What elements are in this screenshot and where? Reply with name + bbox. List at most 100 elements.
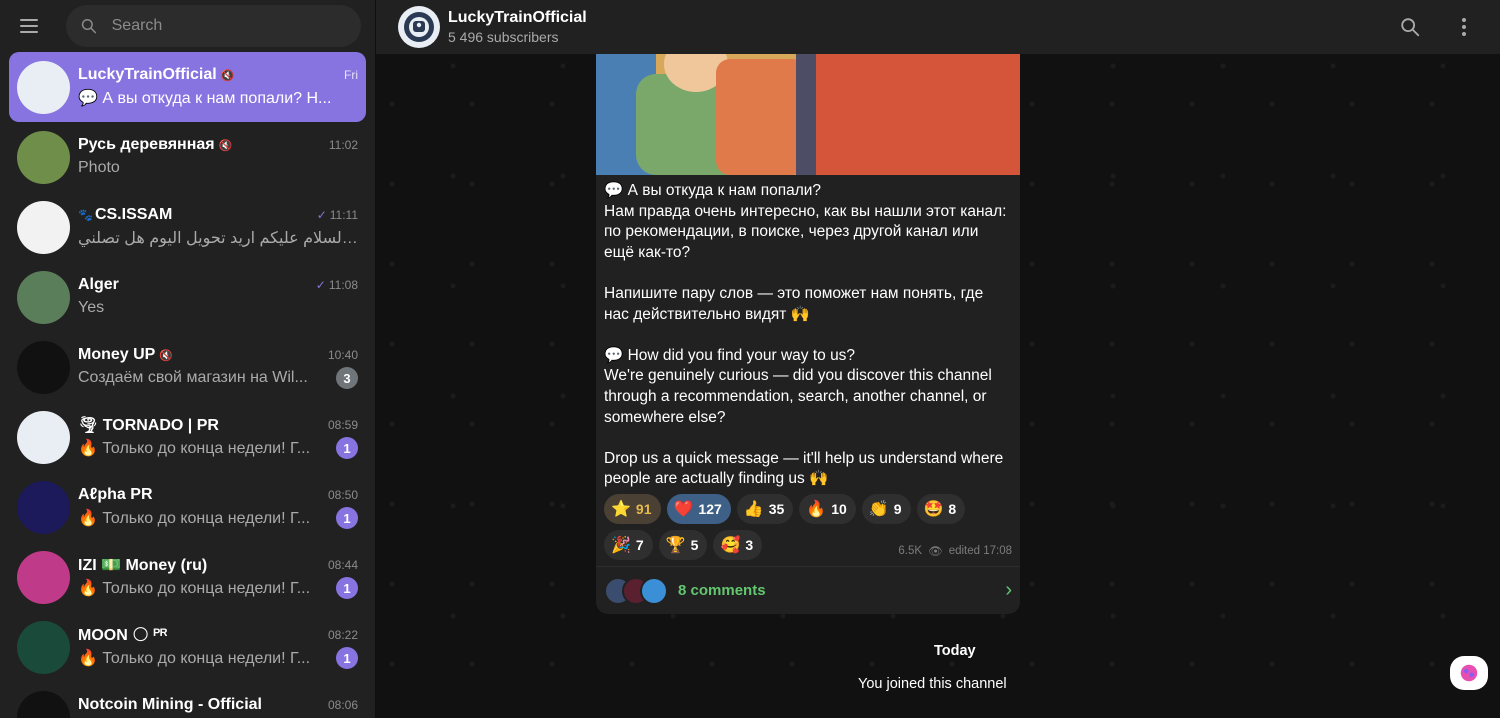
chat-name: MOON 🌕 ᴾᴿ (78, 627, 168, 644)
chat-time-label: 11:08 (328, 278, 358, 292)
chat-last-message: 🔥 Только до конца недели! Г... (78, 510, 311, 527)
commenter-avatar (640, 576, 668, 605)
post-image[interactable] (596, 54, 1020, 175)
unread-badge: 3 (336, 367, 358, 389)
chat-item[interactable]: Русь деревянная 🔇 11:02 Photo (9, 122, 366, 192)
unread-badge: 1 (336, 507, 358, 529)
chat-name: 🌪 TORNADO | PR (78, 417, 219, 434)
chat-list: LuckyTrainOfficial 🔇 Fri 💬 А вы откуда к… (0, 52, 375, 718)
chat-last-message: 🔥 Только до конца недели! Г... (78, 580, 311, 597)
reaction-chip[interactable]: 🥰 3 (713, 529, 763, 560)
chat-item[interactable]: 🐾 CS.ISSAM ✓ 11:11 السلام عليكم اريد تحوي… (9, 192, 366, 262)
chat-time-label: 08:06 (327, 698, 358, 712)
hamburger-menu-icon[interactable] (20, 14, 44, 38)
search-box[interactable] (66, 5, 361, 47)
chat-avatar (17, 480, 70, 534)
channel-title: LuckyTrainOfficial (448, 9, 587, 26)
channel-avatar[interactable] (398, 6, 440, 48)
post-ru-title: 💬 А вы откуда к нам попали? (604, 182, 822, 199)
chat-time: 08:50 (328, 488, 358, 502)
reaction-chip[interactable]: 🎉 7 (604, 529, 653, 560)
chat-last-message: Photo (78, 159, 120, 176)
chat-name: Alger (78, 276, 119, 293)
unread-badge: 1 (336, 437, 358, 459)
comments-button[interactable]: 8 comments › (596, 566, 1020, 614)
chat-time-label: 10:40 (327, 348, 358, 362)
post-meta: 6.5K 👁 edited 17:08 (898, 544, 1012, 558)
comments-label: 8 comments (678, 582, 766, 599)
chat-prefix: 🐾 (78, 208, 93, 222)
reaction-chip[interactable]: 🤩 8 (916, 493, 966, 524)
read-check-icon: ✓ (315, 278, 326, 292)
chat-time: 08:59 (328, 418, 358, 432)
muted-icon: 🔇 (220, 69, 235, 82)
chat-item[interactable]: IZI 💵 Money (ru) 08:44 🔥 Только до конца… (9, 542, 366, 612)
service-message: You joined this channel (858, 676, 1007, 692)
reaction-chip[interactable]: ❤️ 127 (666, 493, 731, 524)
date-separator: Today (934, 643, 976, 659)
reaction-count: 127 (698, 500, 722, 517)
chat-avatar (17, 200, 70, 254)
chat-time-label: 08:44 (327, 558, 358, 572)
reaction-emoji: 🥰 (720, 536, 741, 554)
reaction-count: 8 (948, 500, 957, 517)
channel-view: LuckyTrainOfficial 5 496 subscribers 💬 А… (376, 0, 1500, 718)
chat-time: 10:40 (328, 348, 358, 362)
chat-item[interactable]: Alger ✓ 11:08 Yes (9, 262, 366, 332)
chat-time: ✓ 11:08 (316, 278, 358, 292)
chat-avatar (17, 410, 70, 464)
chat-last-message: 🔥 Только до конца недели! Г... (78, 440, 311, 457)
chat-time: 11:02 (329, 138, 358, 152)
reaction-emoji: 👍 (743, 500, 764, 518)
subscriber-count: 5 496 subscribers (448, 29, 559, 45)
more-options-icon[interactable] (1446, 9, 1482, 45)
reaction-count: 91 (635, 500, 652, 517)
chat-name: Money UP (78, 346, 156, 363)
reaction-count: 35 (768, 500, 785, 517)
reaction-emoji: 🎉 (611, 536, 631, 554)
chat-time-label: 11:11 (329, 208, 358, 222)
reaction-count: 5 (690, 536, 699, 553)
post-text: 💬 А вы откуда к нам попали? Нам правда о… (596, 175, 1020, 490)
reaction-count: 9 (893, 500, 902, 517)
reaction-chip[interactable]: 👏 9 (861, 493, 911, 524)
reaction-chip[interactable]: 🔥 10 (799, 493, 856, 524)
reaction-emoji: ⭐ (611, 500, 631, 518)
chat-last-message: Создаём свой магазин на Wil... (78, 369, 308, 386)
chat-item[interactable]: LuckyTrainOfficial 🔇 Fri 💬 А вы откуда к… (9, 52, 366, 122)
chat-item[interactable]: MOON 🌕 ᴾᴿ 08:22 🔥 Только до конца недели… (9, 612, 366, 682)
chat-name: Русь деревянная (78, 136, 215, 153)
chat-item[interactable]: Notcoin Mining - Official 08:06 (9, 682, 366, 718)
chat-avatar (17, 620, 70, 674)
reaction-emoji: 🤩 (923, 500, 944, 518)
unread-badge: 1 (336, 577, 358, 599)
post-ru-call: Напишите пару слов — это поможет нам пон… (604, 284, 984, 323)
post-en-title: 💬 How did you find your way to us? (604, 346, 856, 364)
sidebar: LuckyTrainOfficial 🔇 Fri 💬 А вы откуда к… (0, 0, 376, 718)
chat-item[interactable]: 🌪 TORNADO | PR 08:59 🔥 Только до конца н… (9, 402, 366, 472)
sidebar-top (0, 0, 375, 52)
chat-time-label: Fri (344, 68, 358, 82)
chat-avatar (17, 60, 70, 114)
chat-item[interactable]: Money UP 🔇 10:40 Создаём свой магазин на… (9, 332, 366, 402)
post-en-body: We're genuinely curious — did you discov… (604, 367, 992, 426)
train-logo-icon (404, 12, 434, 42)
chat-time: 08:44 (328, 558, 358, 572)
search-icon[interactable] (1392, 9, 1428, 45)
brain-icon[interactable] (1450, 656, 1488, 690)
read-check-icon: ✓ (316, 208, 327, 222)
channel-header[interactable]: LuckyTrainOfficial 5 496 subscribers (376, 0, 1500, 54)
channel-post: 💬 А вы откуда к нам попали? Нам правда о… (596, 54, 1020, 614)
chat-last-message: السلام عليكم اريد تحويل اليوم هل تصلني .… (78, 230, 358, 247)
muted-icon: 🔇 (159, 349, 174, 362)
search-input[interactable] (111, 17, 347, 35)
reaction-count: 7 (635, 536, 644, 553)
reaction-chip[interactable]: 🏆 5 (658, 529, 708, 560)
reaction-chip[interactable]: 👍 35 (736, 493, 794, 524)
chat-name: CS.ISSAM (94, 206, 173, 223)
reaction-chip[interactable]: ⭐ 91 (604, 493, 661, 524)
chat-item[interactable]: Aℓpha PR 08:50 🔥 Только до конца недели!… (9, 472, 366, 542)
search-icon (81, 19, 97, 34)
chat-time: ✓ 11:11 (317, 208, 358, 222)
chat-avatar (17, 550, 70, 604)
